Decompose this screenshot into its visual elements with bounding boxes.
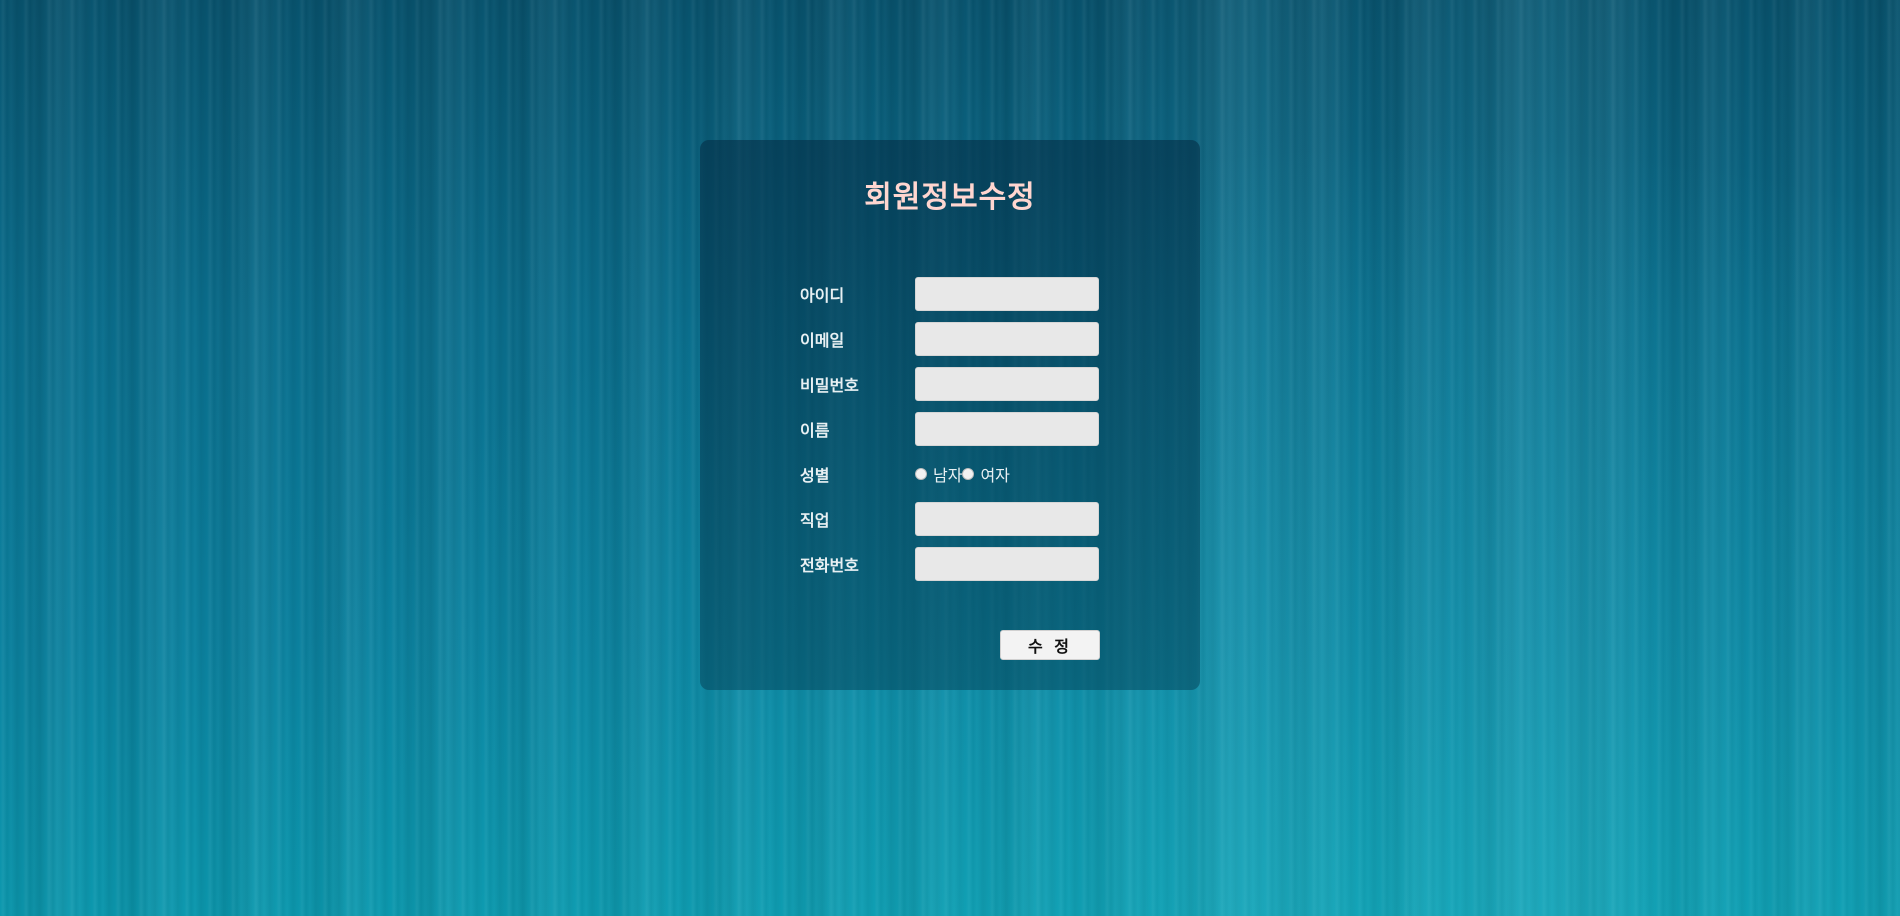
form-row-gender: 성별 남자 여자 <box>800 456 1010 492</box>
phone-input[interactable] <box>915 547 1099 581</box>
page-title: 회원정보수정 <box>864 180 1036 215</box>
password-label: 비밀번호 <box>800 376 859 395</box>
id-input[interactable] <box>915 277 1099 311</box>
form-row-email: 이메일 <box>800 321 1099 357</box>
gender-radio-group: 남자 여자 <box>915 462 1010 486</box>
phone-label: 전화번호 <box>800 556 859 575</box>
id-label: 아이디 <box>800 286 845 305</box>
job-label: 직업 <box>800 511 830 530</box>
name-label: 이름 <box>800 421 830 440</box>
form-row-id: 아이디 <box>800 276 1099 312</box>
email-label: 이메일 <box>800 331 845 350</box>
password-input[interactable] <box>915 367 1099 401</box>
name-input[interactable] <box>915 412 1099 446</box>
gender-label: 성별 <box>800 466 830 485</box>
form-row-phone: 전화번호 <box>800 546 1099 582</box>
male-radio-label: 남자 <box>933 466 963 485</box>
female-radio-label: 여자 <box>980 466 1010 485</box>
gender-option-female[interactable]: 여자 <box>962 462 1010 486</box>
submit-button[interactable]: 수 정 <box>1000 630 1100 660</box>
form-row-password: 비밀번호 <box>800 366 1099 402</box>
edit-profile-panel: 회원정보수정 아이디 이메일 비밀번호 이름 성별 남자 여자 직업 전화번호 … <box>700 140 1200 690</box>
form-row-job: 직업 <box>800 501 1099 537</box>
form-row-name: 이름 <box>800 411 1099 447</box>
email-input[interactable] <box>915 322 1099 356</box>
gender-option-male[interactable]: 남자 <box>915 462 962 486</box>
female-radio[interactable] <box>962 468 975 480</box>
male-radio[interactable] <box>915 468 927 480</box>
job-input[interactable] <box>915 502 1099 536</box>
